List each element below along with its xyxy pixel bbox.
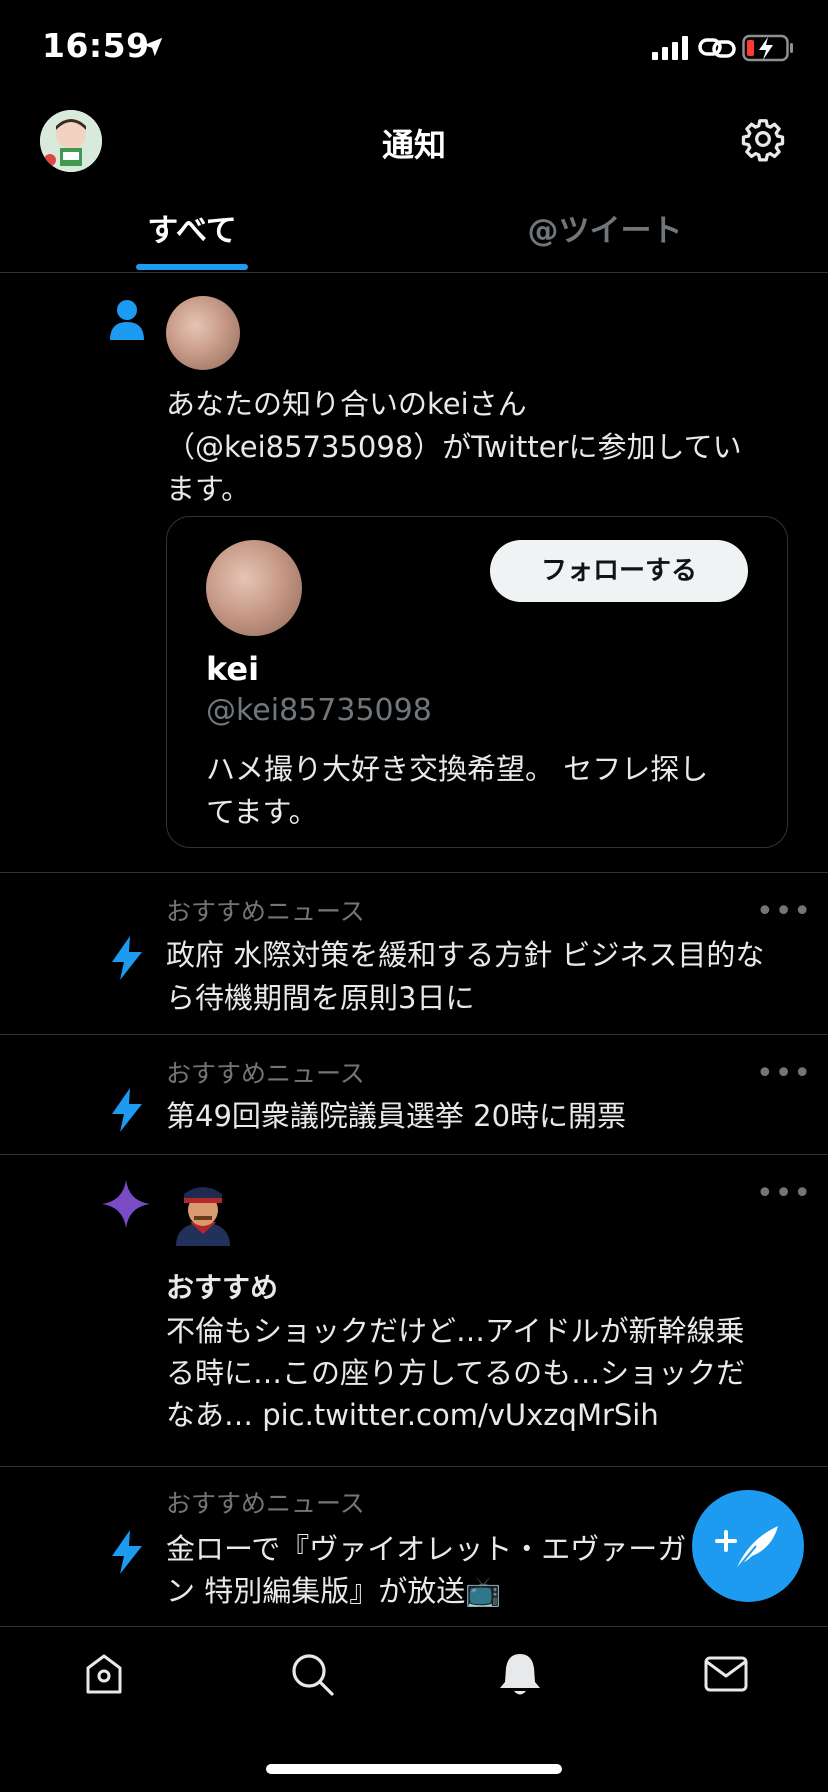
recommend-text-line2[interactable]: る時に…この座り方してるのも…ショックだ — [166, 1352, 745, 1395]
divider — [0, 1034, 828, 1035]
news-label: おすすめニュース — [166, 1489, 365, 1518]
compose-tweet-button[interactable] — [692, 1490, 804, 1602]
kei-avatar-large[interactable] — [206, 540, 302, 636]
card-handle: @kei85735098 — [206, 693, 432, 728]
join-text-line3: ます。 — [166, 472, 251, 506]
home-indicator[interactable] — [266, 1764, 562, 1774]
join-text-line1: あなたの知り合いのkeiさん — [166, 387, 527, 421]
news-headline-line1[interactable]: 政府 水際対策を緩和する方針 ビジネス目的な — [166, 934, 764, 977]
divider — [0, 1626, 828, 1627]
divider — [0, 1154, 828, 1155]
divider — [0, 1466, 828, 1467]
news-headline-line1[interactable]: 金ローで『ヴァイオレット・エヴァーガーデ — [166, 1528, 686, 1571]
card-bio-line1: ハメ撮り大好き交換希望。 セフレ探し — [206, 752, 709, 786]
join-text-line2: （@kei85735098）がTwitterに参加してい — [166, 430, 742, 464]
home-icon[interactable] — [80, 1650, 128, 1698]
location-arrow-icon — [143, 37, 163, 57]
lightning-icon — [112, 1088, 142, 1132]
gear-icon[interactable] — [740, 116, 786, 162]
divider — [0, 872, 828, 873]
more-options-button[interactable]: ••• — [756, 894, 812, 929]
person-icon — [110, 300, 144, 340]
link-icon — [698, 38, 736, 58]
recommend-text-line3[interactable]: なあ… pic.twitter.com/vUxzqMrSih — [166, 1394, 659, 1437]
status-time: 16:59 — [42, 26, 150, 65]
mail-icon[interactable] — [702, 1650, 750, 1698]
more-options-button[interactable]: ••• — [756, 1056, 812, 1091]
card-bio-line2: てます。 — [206, 795, 318, 829]
news-headline-line2[interactable]: ン 特別編集版』が放送📺 — [166, 1570, 501, 1613]
recommended-user-avatar[interactable] — [170, 1178, 236, 1246]
follow-button[interactable]: フォローする — [490, 540, 748, 602]
sparkle-icon — [102, 1180, 150, 1228]
news-label: おすすめニュース — [166, 897, 365, 926]
recommend-text-line1[interactable]: 不倫もショックだけど…アイドルが新幹線乗 — [166, 1310, 745, 1353]
tab-mentions[interactable]: @ツイート — [470, 205, 740, 250]
news-label: おすすめニュース — [166, 1059, 365, 1088]
tab-all[interactable]: すべて — [92, 205, 292, 250]
compose-icon — [715, 1526, 778, 1571]
search-icon[interactable] — [288, 1650, 336, 1698]
news-headline-line1[interactable]: 第49回衆議院議員選挙 20時に開票 — [166, 1095, 626, 1138]
lightning-icon — [112, 1530, 142, 1574]
kei-avatar-small[interactable] — [166, 296, 240, 370]
recommend-title: おすすめ — [166, 1271, 279, 1304]
card-name: kei — [206, 650, 260, 688]
more-options-button[interactable]: ••• — [756, 1176, 812, 1211]
signal-icon — [652, 36, 688, 60]
lightning-icon — [112, 936, 142, 980]
bell-icon[interactable] — [496, 1650, 544, 1698]
tab-selected-indicator — [136, 264, 248, 270]
divider — [0, 272, 828, 273]
news-headline-line2[interactable]: ら待機期間を原則3日に — [166, 977, 474, 1020]
page-title: 通知 — [381, 126, 446, 164]
battery-charging-icon — [742, 34, 793, 62]
